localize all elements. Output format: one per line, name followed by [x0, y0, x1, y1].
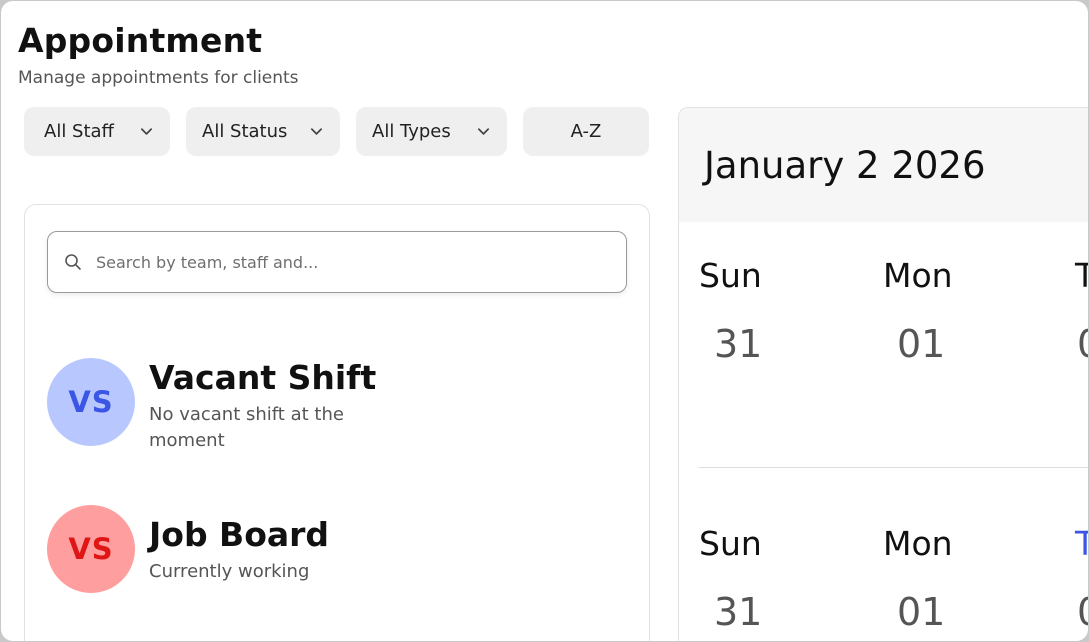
entry-title: Job Board — [149, 515, 330, 554]
avatar: VS — [47, 505, 135, 593]
day-number[interactable]: 31 — [714, 590, 762, 634]
day-number[interactable]: 01 — [897, 322, 945, 366]
search-box[interactable] — [47, 231, 627, 293]
day-name-tue-highlighted: T — [1075, 524, 1088, 564]
list-item-job-board[interactable]: VS Job Board Currently working — [47, 505, 607, 595]
day-number[interactable]: 31 — [714, 322, 762, 366]
day-number[interactable]: 01 — [897, 590, 945, 634]
day-name-mon: Mon — [883, 256, 953, 295]
day-number[interactable]: 0 — [1077, 322, 1088, 366]
chevron-down-icon — [140, 128, 153, 135]
calendar-title: January 2 2026 — [704, 144, 986, 187]
day-name-sun: Sun — [699, 524, 762, 563]
day-name-tue: T — [1075, 256, 1088, 296]
day-name-sun: Sun — [699, 256, 762, 295]
avatar: VS — [47, 358, 135, 446]
week-divider — [699, 467, 1088, 468]
staff-filter-label: All Staff — [44, 121, 114, 142]
sort-button[interactable]: A-Z — [523, 107, 649, 156]
list-item-vacant-shift[interactable]: VS Vacant Shift No vacant shift at the m… — [47, 358, 607, 451]
calendar-header: January 2 2026 — [679, 108, 1088, 222]
entry-description: Currently working — [149, 561, 310, 582]
status-filter-label: All Status — [202, 121, 288, 142]
types-filter-dropdown[interactable]: All Types — [356, 107, 507, 156]
app-window: Appointment Manage appointments for clie… — [1, 1, 1088, 641]
types-filter-label: All Types — [372, 121, 451, 142]
chevron-down-icon — [477, 128, 490, 135]
entry-title: Vacant Shift — [149, 358, 377, 397]
search-icon — [65, 254, 81, 270]
status-filter-dropdown[interactable]: All Status — [186, 107, 340, 156]
day-name-mon: Mon — [883, 524, 953, 563]
sort-label: A-Z — [570, 121, 602, 142]
calendar-panel: January 2 2026 Sun Mon T 31 01 0 Sun Mon… — [678, 107, 1088, 641]
page-title: Appointment — [18, 21, 263, 60]
search-input[interactable] — [94, 242, 614, 282]
staff-filter-dropdown[interactable]: All Staff — [24, 107, 170, 156]
team-list-panel: VS Vacant Shift No vacant shift at the m… — [24, 204, 650, 641]
entry-description: No vacant shift at the moment — [149, 404, 344, 451]
page-subtitle: Manage appointments for clients — [18, 68, 299, 88]
day-number[interactable]: 0 — [1077, 590, 1088, 634]
chevron-down-icon — [310, 128, 323, 135]
